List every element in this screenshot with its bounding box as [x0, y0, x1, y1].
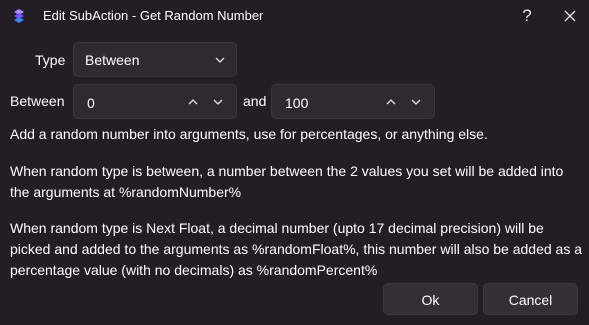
question-mark-icon: ?	[522, 6, 532, 25]
chevron-up-icon	[386, 99, 396, 105]
cancel-button[interactable]: Cancel	[483, 283, 578, 315]
chevron-down-icon	[215, 57, 225, 63]
description-between: When random type is between, a number be…	[10, 163, 564, 200]
chevron-down-icon	[411, 99, 421, 105]
chevron-up-icon	[188, 99, 198, 105]
chevron-down-icon	[213, 99, 223, 105]
max-value-text: 100	[285, 95, 309, 111]
ok-button[interactable]: Ok	[383, 283, 478, 315]
min-decrement-button[interactable]	[207, 91, 229, 113]
close-icon	[564, 10, 576, 22]
max-decrement-button[interactable]	[405, 91, 427, 113]
close-button[interactable]	[557, 3, 583, 29]
window-title: Edit SubAction - Get Random Number	[43, 8, 264, 23]
description-intro: Add a random number into arguments, use …	[10, 126, 488, 142]
between-label: Between	[10, 93, 65, 109]
help-button[interactable]: ?	[514, 3, 540, 29]
min-value-input[interactable]: 0	[73, 84, 237, 119]
type-dropdown[interactable]: Between	[73, 42, 237, 77]
max-increment-button[interactable]	[380, 91, 402, 113]
max-value-input[interactable]: 100	[271, 84, 435, 119]
type-dropdown-value: Between	[85, 52, 140, 68]
type-label: Type	[35, 52, 66, 68]
and-label: and	[243, 93, 267, 109]
description-next-float: When random type is Next Float, a decima…	[10, 220, 583, 278]
edit-subaction-dialog: Edit SubAction - Get Random Number ? Typ…	[0, 0, 589, 325]
streamerbot-logo-icon	[14, 9, 24, 23]
min-increment-button[interactable]	[182, 91, 204, 113]
min-value-text: 0	[87, 95, 95, 111]
